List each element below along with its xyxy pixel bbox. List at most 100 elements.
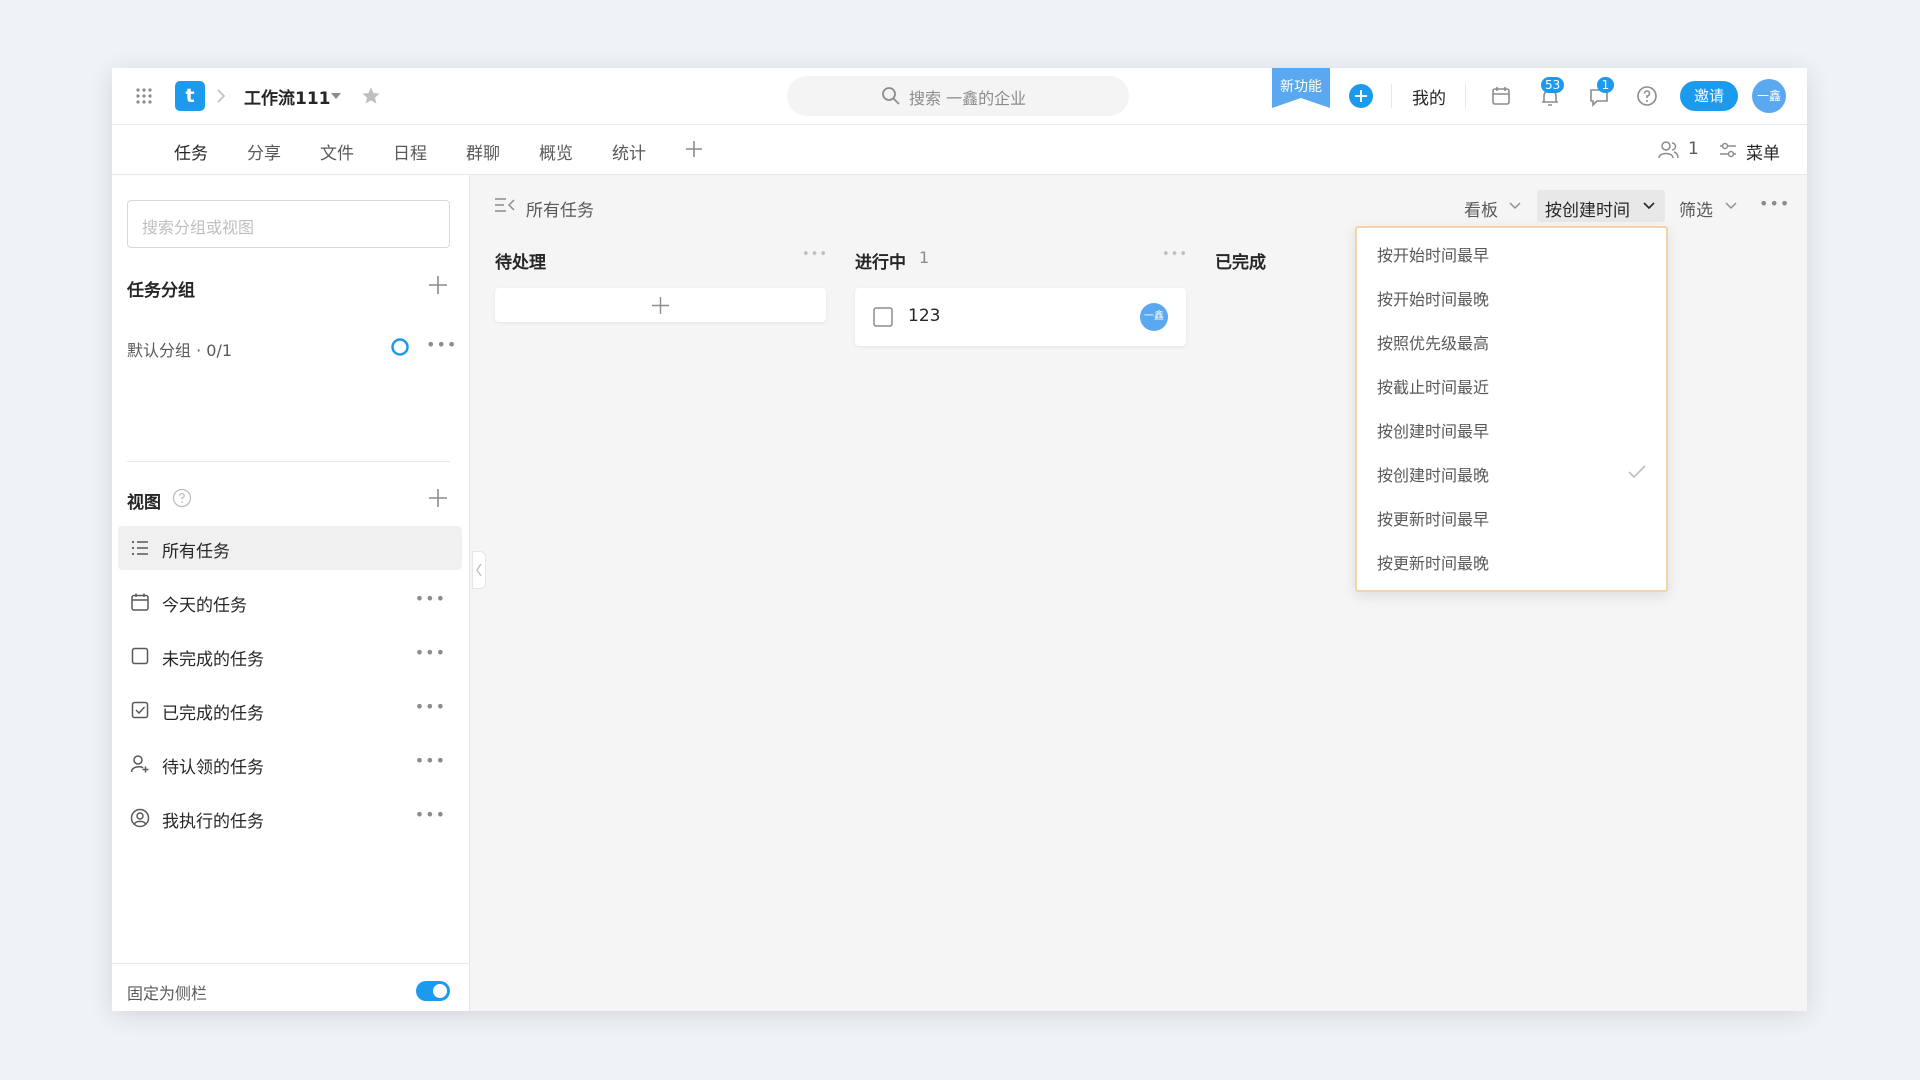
sort-option[interactable]: 按更新时间最晚 — [1377, 550, 1489, 574]
sort-option-selected[interactable]: 按创建时间最晚 — [1377, 462, 1489, 486]
view-more-icon[interactable]: ••• — [415, 751, 446, 770]
new-feature-ribbon[interactable]: 新功能 — [1272, 68, 1330, 108]
sort-option[interactable]: 按截止时间最近 — [1377, 374, 1489, 398]
tab-schedule[interactable]: 日程 — [393, 139, 427, 164]
add-group-icon[interactable] — [428, 275, 448, 295]
project-tabs: 任务 分享 文件 日程 群聊 概览 统计 1 菜单 — [112, 125, 1807, 178]
add-task-button[interactable] — [495, 288, 826, 322]
sidebar-item-label: 未完成的任务 — [162, 650, 264, 670]
mine-link[interactable]: 我的 — [1412, 84, 1446, 109]
add-circle-icon[interactable] — [1349, 84, 1373, 108]
sidebar-item-my-tasks[interactable]: 我执行的任务 ••• — [118, 796, 462, 840]
sort-option[interactable]: 按创建时间最早 — [1377, 418, 1489, 442]
collapse-list-icon[interactable] — [494, 196, 516, 214]
progress-ring-icon — [390, 337, 410, 357]
filter-button[interactable]: 筛选 — [1679, 196, 1713, 221]
more-options-icon[interactable]: ••• — [1759, 194, 1790, 213]
message-badge: 1 — [1597, 77, 1614, 93]
sort-option[interactable]: 按更新时间最早 — [1377, 506, 1489, 530]
tab-share[interactable]: 分享 — [247, 139, 281, 164]
tab-statistics[interactable]: 统计 — [612, 139, 646, 164]
views-title: 视图 — [127, 493, 161, 513]
check-icon — [1627, 464, 1647, 480]
sidebar-item-incomplete-tasks[interactable]: 未完成的任务 ••• — [118, 634, 462, 678]
column-title-in-progress: 进行中 — [855, 253, 906, 273]
tab-tasks[interactable]: 任务 — [174, 139, 208, 178]
sort-option[interactable]: 按开始时间最晚 — [1377, 286, 1489, 310]
sidebar-item-label: 我执行的任务 — [162, 812, 264, 832]
pin-sidebar-toggle[interactable] — [416, 981, 450, 1001]
view-more-icon[interactable]: ••• — [415, 643, 446, 662]
menu-settings-icon[interactable] — [1718, 140, 1738, 160]
breadcrumb: 所有任务 — [526, 201, 594, 221]
app-grid-icon[interactable] — [134, 86, 154, 106]
calendar-icon[interactable] — [1490, 85, 1512, 107]
sort-option[interactable]: 按开始时间最早 — [1377, 242, 1489, 266]
help-icon[interactable] — [1636, 85, 1658, 107]
column-title-todo: 待处理 — [495, 253, 546, 273]
sidebar-item-label: 今天的任务 — [162, 596, 247, 616]
sidebar-item-all-tasks[interactable]: 所有任务 — [118, 526, 462, 570]
user-add-icon — [130, 754, 150, 774]
sort-option[interactable]: 按照优先级最高 — [1377, 330, 1489, 354]
view-more-icon[interactable]: ••• — [415, 805, 446, 824]
sidebar-search-placeholder: 搜索分组或视图 — [142, 218, 255, 237]
tab-files[interactable]: 文件 — [320, 139, 354, 164]
user-avatar[interactable]: 一鑫 — [1752, 79, 1786, 113]
default-group-item[interactable]: 默认分组 · 0/1 — [127, 337, 232, 361]
collapse-sidebar-handle[interactable] — [472, 551, 486, 589]
project-title[interactable]: 工作流111 — [244, 84, 331, 109]
sidebar-item-label: 已完成的任务 — [162, 704, 264, 724]
search-icon — [881, 86, 901, 106]
column-more-icon[interactable]: ••• — [1162, 247, 1188, 262]
chevron-down-icon — [1643, 202, 1655, 210]
add-view-icon[interactable] — [428, 488, 448, 508]
chevron-down-icon — [1725, 202, 1737, 210]
top-bar: t 工作流111 搜索 一鑫的企业 新功能 我的 53 1 邀请 一鑫 — [112, 68, 1807, 125]
help-icon[interactable] — [172, 488, 192, 508]
sidebar-item-completed-tasks[interactable]: 已完成的任务 ••• — [118, 688, 462, 732]
group-more-icon[interactable]: ••• — [426, 335, 457, 354]
column-more-icon[interactable]: ••• — [802, 247, 828, 262]
divider — [1391, 84, 1392, 108]
sort-label: 按创建时间 — [1545, 201, 1630, 221]
toggle-knob — [433, 984, 447, 998]
assignee-avatar[interactable]: 一鑫 — [1140, 303, 1168, 331]
members-icon[interactable] — [1658, 140, 1680, 160]
task-card[interactable]: 123 一鑫 — [855, 288, 1186, 346]
sort-dropdown-menu: 按开始时间最早 按开始时间最晚 按照优先级最高 按截止时间最近 按创建时间最早 … — [1355, 226, 1668, 592]
divider — [1465, 84, 1466, 108]
tab-group-chat[interactable]: 群聊 — [466, 139, 500, 164]
task-checkbox[interactable] — [873, 307, 893, 327]
star-icon[interactable] — [361, 86, 381, 106]
invite-button[interactable]: 邀请 — [1680, 81, 1738, 111]
add-tab-icon[interactable] — [685, 140, 703, 158]
sidebar-item-label: 待认领的任务 — [162, 758, 264, 778]
member-count[interactable]: 1 — [1688, 139, 1699, 159]
sidebar-item-today-tasks[interactable]: 今天的任务 ••• — [118, 580, 462, 624]
caret-down-icon[interactable] — [330, 92, 342, 100]
list-icon — [130, 538, 150, 558]
plus-icon — [652, 297, 669, 314]
global-search-input[interactable]: 搜索 一鑫的企业 — [787, 76, 1129, 116]
project-logo[interactable]: t — [175, 81, 205, 111]
divider — [127, 461, 450, 462]
sidebar-item-label: 所有任务 — [162, 542, 230, 562]
sidebar-search-input[interactable]: 搜索分组或视图 — [127, 200, 450, 248]
view-more-icon[interactable]: ••• — [415, 697, 446, 716]
menu-button[interactable]: 菜单 — [1746, 139, 1780, 164]
view-more-icon[interactable]: ••• — [415, 589, 446, 608]
search-placeholder: 搜索 一鑫的企业 — [909, 89, 1027, 108]
calendar-icon — [130, 592, 150, 612]
chevron-down-icon — [1509, 202, 1521, 210]
view-mode-selector[interactable]: 看板 — [1464, 196, 1498, 221]
sort-selector[interactable]: 按创建时间 — [1537, 190, 1665, 222]
new-feature-label: 新功能 — [1280, 79, 1322, 95]
divider — [112, 963, 470, 964]
tab-overview[interactable]: 概览 — [539, 139, 573, 164]
sidebar-item-unclaimed-tasks[interactable]: 待认领的任务 ••• — [118, 742, 462, 786]
sidebar: 搜索分组或视图 任务分组 默认分组 · 0/1 ••• 视图 所有任务 今天的任… — [112, 175, 470, 1011]
chevron-right-icon — [215, 88, 227, 104]
pin-sidebar-label: 固定为侧栏 — [127, 984, 208, 1003]
column-title-done: 已完成 — [1215, 253, 1266, 273]
